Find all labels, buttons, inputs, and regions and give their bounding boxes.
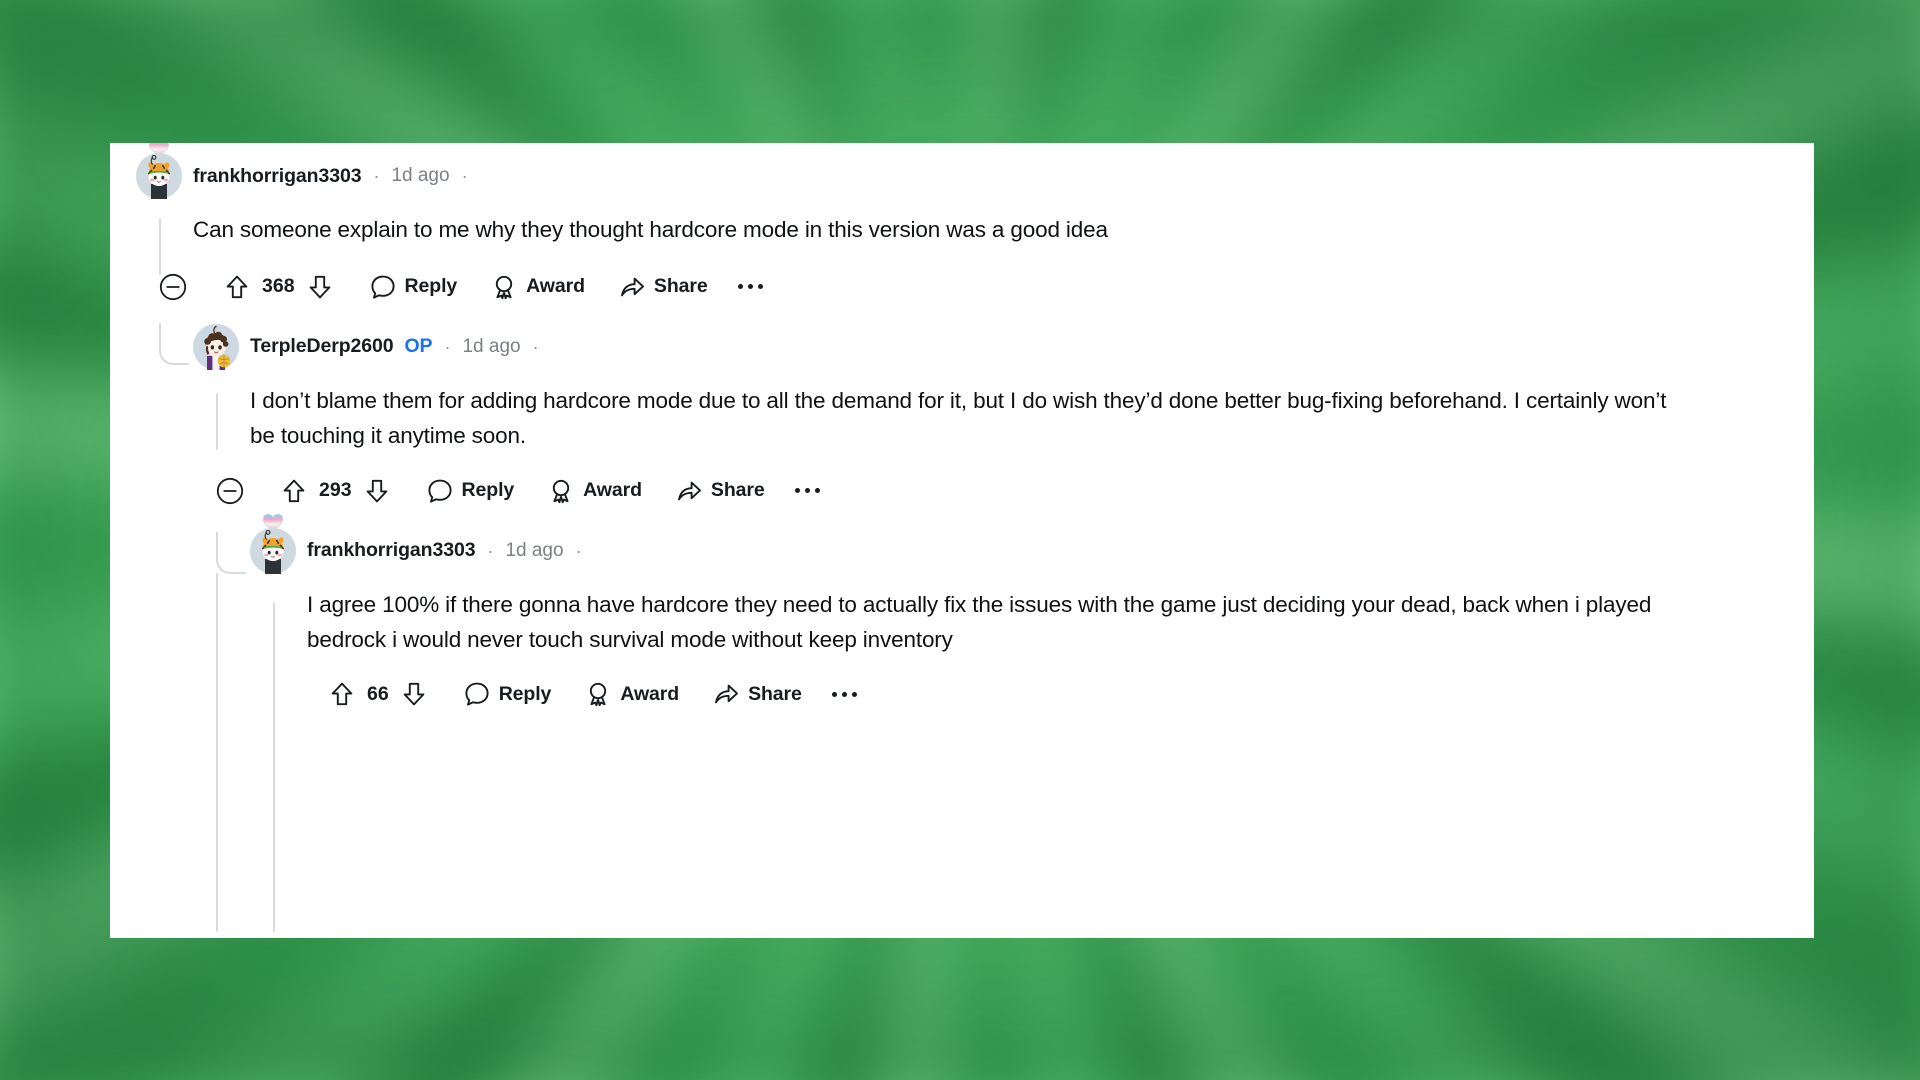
share-button[interactable]: Share xyxy=(713,681,802,707)
downvote-button[interactable] xyxy=(402,681,426,707)
comment-action-bar: 368 Reply Award Share xyxy=(159,266,1814,308)
share-arrow-icon xyxy=(620,277,644,297)
more-options-button[interactable] xyxy=(737,284,763,290)
comment-bubble-icon xyxy=(427,479,452,503)
reply-label: Reply xyxy=(461,479,515,502)
avatar[interactable] xyxy=(193,323,239,370)
ellipsis-dot xyxy=(804,488,810,494)
comment-body: Can someone explain to me why they thoug… xyxy=(193,217,1108,242)
comment-header: frankhorrigan3303 · 1d ago · xyxy=(250,513,1814,574)
share-button[interactable]: Share xyxy=(619,274,708,300)
comment-item: frankhorrigan3303 · 1d ago · Can someone… xyxy=(110,143,1814,308)
award-ribbon-icon xyxy=(590,683,607,707)
share-label: Share xyxy=(748,682,802,705)
reply-label: Reply xyxy=(404,275,458,298)
vote-count: 293 xyxy=(319,479,352,502)
share-button[interactable]: Share xyxy=(676,478,765,504)
upvote-button[interactable] xyxy=(330,681,354,707)
comment-timestamp: 1d ago xyxy=(505,539,564,561)
comment-author[interactable]: frankhorrigan3303 xyxy=(307,539,476,562)
ellipsis-dot xyxy=(757,284,763,290)
award-button[interactable]: Award xyxy=(585,681,679,707)
reply-button[interactable]: Reply xyxy=(370,274,458,300)
comment-item: frankhorrigan3303 · 1d ago · I agree 100… xyxy=(110,512,1814,716)
award-button[interactable]: Award xyxy=(491,274,585,300)
reply-label: Reply xyxy=(498,682,552,705)
comment-header: frankhorrigan3303 · 1d ago · xyxy=(136,143,1814,199)
vote-group: 293 xyxy=(282,478,389,504)
ellipsis-dot xyxy=(851,691,857,697)
op-badge: OP xyxy=(404,335,433,358)
share-label: Share xyxy=(653,275,708,298)
award-label: Award xyxy=(526,275,585,298)
award-label: Award xyxy=(583,479,642,502)
more-options-button[interactable] xyxy=(794,488,820,494)
more-options-button[interactable] xyxy=(831,691,857,697)
collapse-button[interactable] xyxy=(216,477,244,505)
comment-bubble-icon xyxy=(370,275,395,299)
reply-button[interactable]: Reply xyxy=(427,478,515,504)
share-arrow-icon xyxy=(715,685,739,704)
avatar[interactable] xyxy=(250,513,296,574)
separator-dot: · xyxy=(444,336,451,357)
award-button[interactable]: Award xyxy=(548,478,642,504)
reply-button[interactable]: Reply xyxy=(464,681,552,707)
downvote-button[interactable] xyxy=(308,274,332,300)
vote-group: 368 xyxy=(225,274,332,300)
ellipsis-dot xyxy=(794,488,800,494)
comment-timestamp: 1d ago xyxy=(462,335,521,357)
comment-body: I don’t blame them for adding hardcore m… xyxy=(250,387,1667,448)
comment-author[interactable]: TerpleDerp2600 xyxy=(250,335,394,358)
comment-thread-card: frankhorrigan3303 · 1d ago · Can someone… xyxy=(110,143,1814,938)
comment-action-bar: 66 Reply Award Share xyxy=(330,673,1814,715)
ellipsis-dot xyxy=(814,488,820,494)
award-ribbon-icon xyxy=(553,479,570,503)
award-label: Award xyxy=(620,682,680,705)
comment-header: TerpleDerp2600 OP · 1d ago · xyxy=(193,323,1814,370)
vote-group: 66 xyxy=(330,681,426,707)
ellipsis-dot xyxy=(737,284,743,290)
ellipsis-dot xyxy=(841,691,847,697)
separator-dot: · xyxy=(461,166,468,186)
vote-count: 368 xyxy=(262,275,295,298)
separator-dot: · xyxy=(487,540,494,561)
collapse-button[interactable] xyxy=(159,273,187,301)
vote-count: 66 xyxy=(367,682,389,705)
upvote-button[interactable] xyxy=(282,478,306,504)
comment-body: I agree 100% if there gonna have hardcor… xyxy=(307,591,1652,652)
separator-dot: · xyxy=(373,166,380,186)
ellipsis-dot xyxy=(747,284,753,290)
share-arrow-icon xyxy=(677,481,701,500)
upvote-button[interactable] xyxy=(225,274,249,300)
comment-item: TerpleDerp2600 OP · 1d ago · I don’t bla… xyxy=(110,308,1814,512)
separator-dot: · xyxy=(575,540,582,561)
comment-bubble-icon xyxy=(465,683,489,706)
ellipsis-dot xyxy=(831,691,837,697)
award-ribbon-icon xyxy=(496,275,513,300)
share-label: Share xyxy=(710,479,765,502)
separator-dot: · xyxy=(532,336,539,357)
avatar[interactable] xyxy=(136,143,182,199)
downvote-button[interactable] xyxy=(365,478,389,504)
comment-timestamp: 1d ago xyxy=(391,165,450,186)
comment-action-bar: 293 Reply Award Share xyxy=(216,470,1814,512)
comment-author[interactable]: frankhorrigan3303 xyxy=(193,165,362,188)
